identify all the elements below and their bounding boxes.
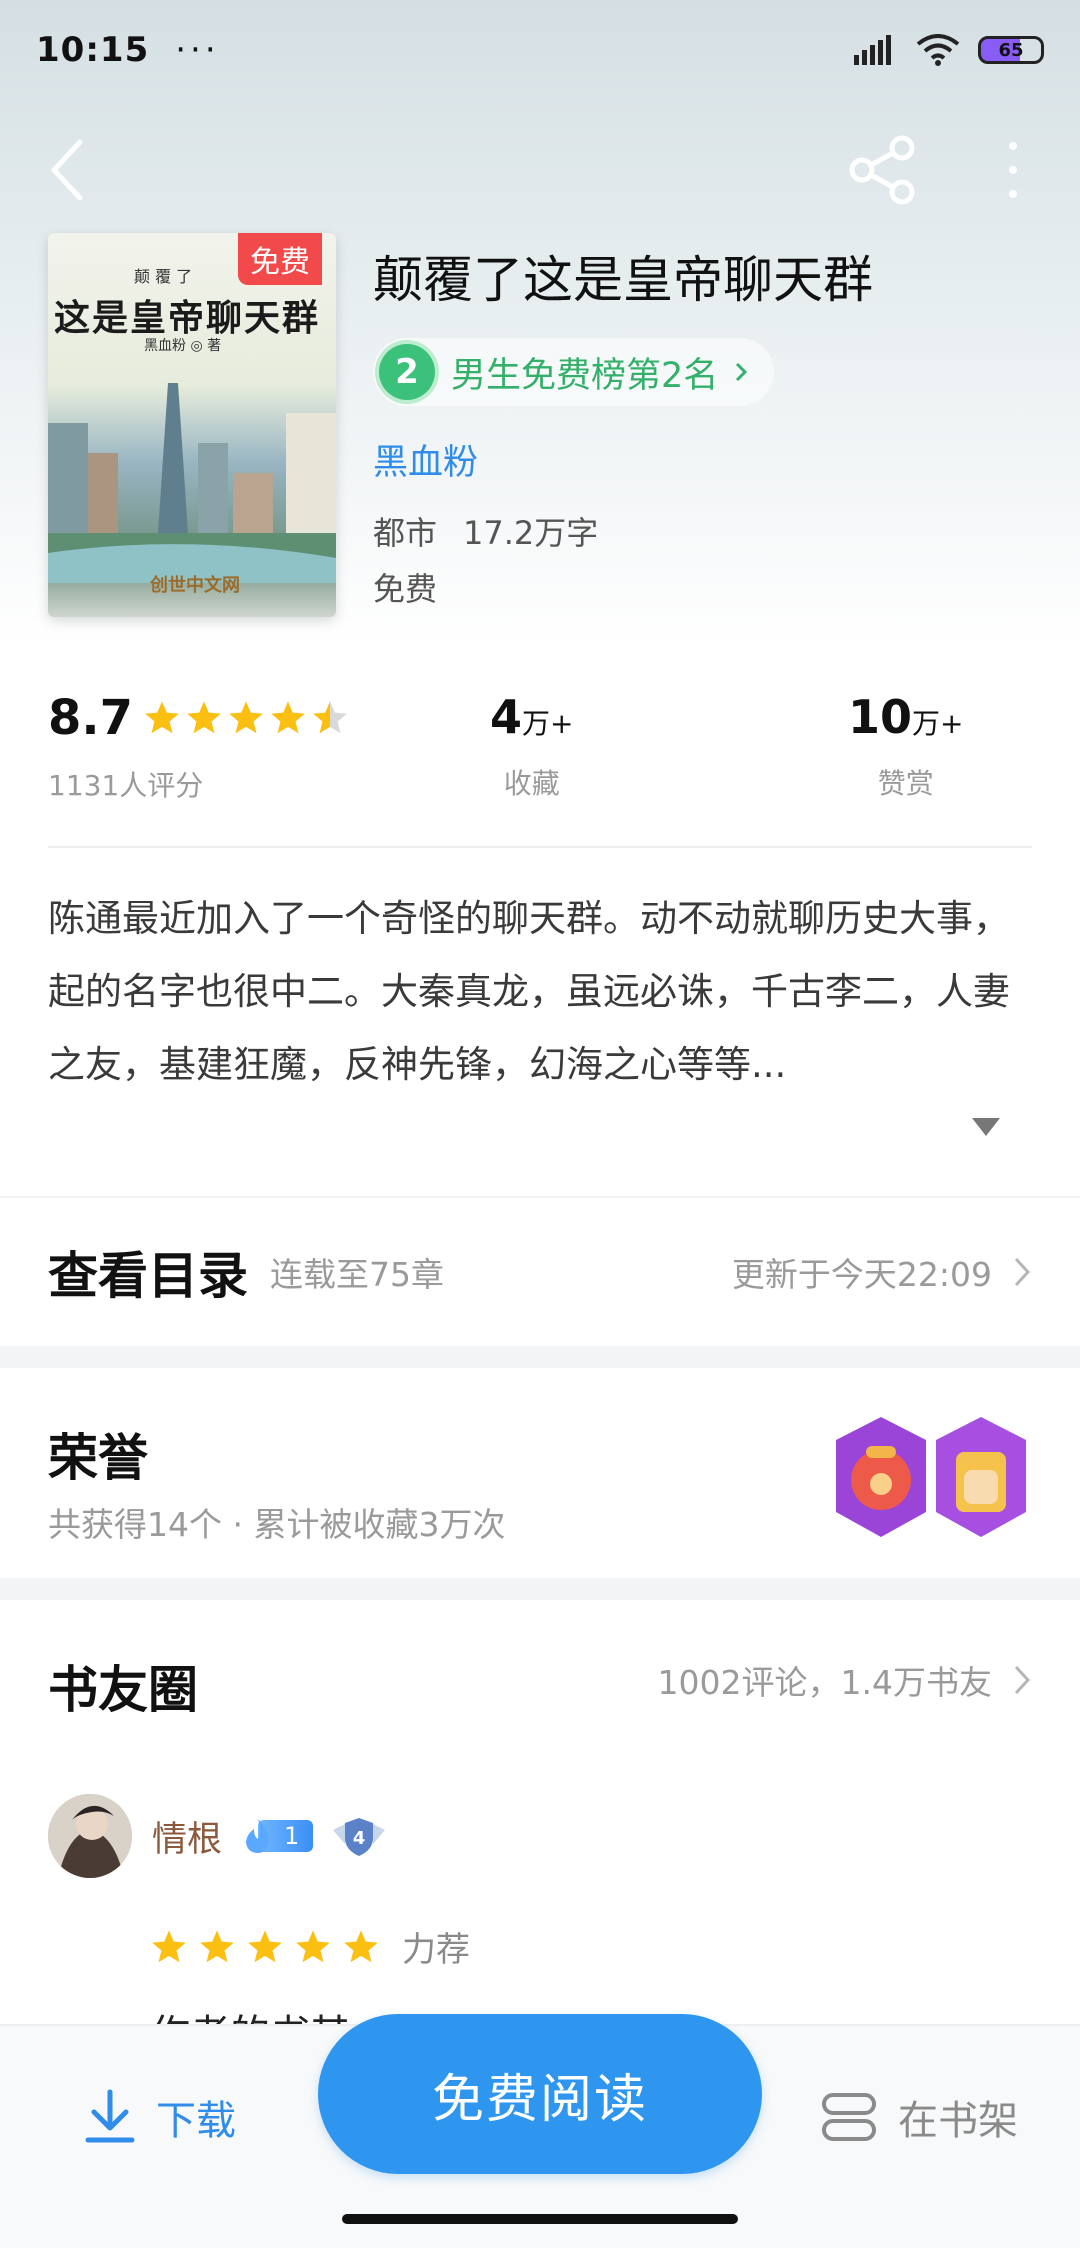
circle-title: 书友圈 [48, 1660, 198, 1719]
book-meta: 都市 17.2万字 [373, 508, 598, 554]
download-label: 下载 [156, 2098, 236, 2144]
cover-free-badge: 免费 [238, 233, 322, 285]
circle-summary: 1002评论，1.4万书友 [657, 1663, 992, 1702]
back-icon[interactable] [40, 130, 110, 210]
rewards-block[interactable]: 10万+ 赞赏 [848, 690, 963, 802]
avatar-image [48, 1794, 132, 1878]
star-icon [296, 1929, 330, 1962]
rewards-value: 10 [848, 690, 913, 744]
cover-cityscape-illustration [48, 383, 336, 583]
favorites-unit: 万+ [522, 707, 574, 740]
section-gap [0, 1578, 1080, 1600]
chevron-right-icon [736, 362, 748, 382]
bookshelf-icon [822, 2093, 876, 2141]
star-icon [271, 701, 305, 734]
book-intro[interactable]: 陈通最近加入了一个奇怪的聊天群。动不动就聊历史大事，起的名字也很中二。大秦真龙，… [48, 882, 1038, 1101]
book-cover[interactable]: 颠 覆 了 这是皇帝聊天群 黑血粉 ◎ 著 免费 创世中文网 [48, 233, 336, 617]
avatar[interactable] [48, 1794, 132, 1878]
status-more-dots: ··· [175, 30, 220, 70]
rank-number: 2 [379, 344, 435, 400]
star-icon [229, 701, 263, 734]
toc-progress: 连载至75章 [270, 1255, 444, 1294]
rating-count: 1131人评分 [48, 769, 204, 802]
cover-publisher-logo: 创世中文网 [150, 575, 240, 596]
shelf-label: 在书架 [898, 2098, 1018, 2144]
favorites-block: 4万+ 收藏 [490, 690, 573, 802]
rank-text: 男生免费榜第2名 [451, 355, 719, 396]
rating-value: 8.7 [48, 690, 134, 746]
cover-author: 黑血粉 ◎ 著 [144, 338, 222, 354]
toc-title: 查看目录 [48, 1246, 248, 1305]
star-icon [248, 1929, 282, 1962]
download-icon [85, 2089, 135, 2143]
fan-level-badge: 1 [240, 1817, 314, 1855]
user-name: 情根 [152, 1819, 223, 1860]
download-button[interactable]: 下载 [84, 2088, 236, 2146]
rewards-unit: 万+ [912, 707, 964, 740]
stats-row: 8.7 1131人评分 4万+ 收藏 10万+ 赞赏 [0, 690, 1080, 820]
chevron-right-icon [1014, 1257, 1031, 1287]
chevron-right-icon [1014, 1665, 1031, 1695]
book-circle-section: 书友圈 1002评论，1.4万书友 情根 1 4 力荐 [0, 1600, 1080, 2024]
author-link[interactable]: 黑血粉 [373, 434, 478, 485]
cover-subtitle: 颠 覆 了 [134, 267, 193, 286]
divider [48, 846, 1032, 848]
free-read-button[interactable]: 免费阅读 [318, 2014, 762, 2174]
shield-badge-icon: 4 [333, 1818, 386, 1856]
rank-badge[interactable]: 2 男生免费榜第2名 [373, 338, 775, 406]
star-icon [187, 701, 221, 734]
section-gap [0, 1346, 1080, 1368]
status-bar: 10:15 ··· 65 [0, 0, 1080, 100]
review-rating: 力荐 [150, 1922, 470, 1971]
top-navigation [0, 120, 1080, 220]
book-price: 免费 [373, 570, 438, 608]
book-category: 都市 [373, 514, 438, 552]
signal-icon [854, 35, 891, 65]
honor-section[interactable]: 荣誉 共获得14个 · 累计被收藏3万次 [0, 1368, 1080, 1578]
review-text[interactable]: 作者的书其 [150, 2002, 350, 2024]
star-icon [200, 1929, 234, 1962]
honor-summary: 共获得14个 · 累计被收藏3万次 [48, 1505, 506, 1544]
battery-indicator: 65 [978, 36, 1044, 64]
table-of-contents-row[interactable]: 查看目录 连载至75章 更新于今天22:09 [0, 1198, 1080, 1346]
cover-title: 这是皇帝聊天群 [54, 297, 321, 339]
rating-block[interactable]: 8.7 1131人评分 [48, 690, 349, 804]
wifi-icon [916, 34, 960, 66]
rating-stars [143, 699, 349, 737]
honor-badges-icon [836, 1417, 1026, 1537]
share-icon[interactable] [848, 132, 918, 208]
favorites-label: 收藏 [503, 767, 560, 800]
honor-title: 荣誉 [48, 1428, 148, 1487]
star-icon [152, 1929, 186, 1962]
star-icon [145, 701, 179, 734]
rewards-label: 赞赏 [877, 767, 934, 800]
expand-intro-icon[interactable] [970, 1116, 1002, 1138]
status-time: 10:15 [36, 30, 150, 70]
home-indicator [342, 2214, 738, 2224]
review-stars [150, 1928, 390, 1966]
favorites-value: 4 [490, 690, 523, 744]
circle-summary-link[interactable]: 1002评论，1.4万书友 [658, 1656, 1032, 1704]
more-options-icon[interactable] [998, 132, 1028, 208]
book-title: 颠覆了这是皇帝聊天群 [373, 251, 873, 309]
flame-icon [246, 1819, 269, 1853]
book-word-count: 17.2万字 [463, 514, 599, 552]
toc-updated: 更新于今天22:09 [731, 1255, 992, 1294]
bookshelf-button[interactable]: 在书架 [820, 2088, 1018, 2146]
shield-level: 4 [353, 1828, 366, 1849]
status-icons: 65 [854, 34, 1044, 66]
star-icon [313, 701, 347, 734]
review-user[interactable]: 情根 1 4 [48, 1794, 387, 1878]
star-icon [344, 1929, 378, 1962]
review-tag: 力荐 [402, 1930, 470, 1970]
